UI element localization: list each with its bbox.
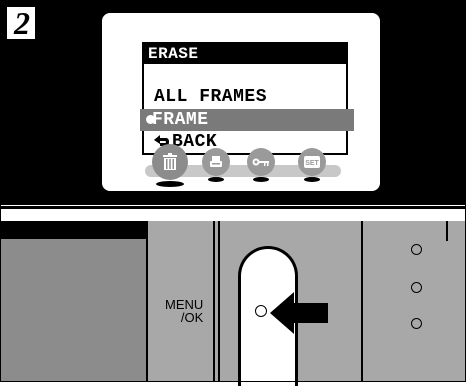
protect-key-icon[interactable] bbox=[247, 148, 275, 176]
panel-edge-line bbox=[146, 221, 148, 382]
button-recess-line-left bbox=[213, 221, 215, 382]
press-arrow-icon bbox=[270, 292, 328, 334]
erase-menu: ERASE ALL FRAMES FRAME BACK bbox=[140, 42, 354, 155]
indicator-dot-1 bbox=[411, 244, 422, 255]
trash-icon[interactable] bbox=[152, 144, 188, 180]
step-number: 2 bbox=[14, 5, 30, 41]
step-number-box: 2 bbox=[5, 5, 37, 41]
panel-top-edge bbox=[0, 221, 146, 239]
print-icon-shadow bbox=[208, 177, 224, 182]
set-icon-shadow bbox=[304, 177, 320, 182]
button-recess-line-right bbox=[361, 221, 363, 382]
section-divider bbox=[0, 206, 466, 209]
menu-ok-label-line2: /OK bbox=[180, 310, 204, 325]
menu-title: ERASE bbox=[148, 45, 199, 63]
lcd-window-panel bbox=[0, 221, 146, 382]
print-icon[interactable] bbox=[202, 148, 230, 176]
menu-item-frame[interactable]: FRAME bbox=[152, 109, 209, 131]
menu-ok-button-dot[interactable] bbox=[255, 305, 267, 317]
set-icon[interactable]: SET bbox=[298, 148, 326, 176]
button-recess-line-left-inner bbox=[218, 221, 220, 382]
menu-title-bar: ERASE bbox=[144, 44, 346, 64]
indicator-dot-2 bbox=[411, 282, 422, 293]
set-icon-label: SET bbox=[305, 160, 319, 167]
protect-key-icon-shadow bbox=[253, 177, 269, 182]
trash-icon-shadow bbox=[156, 181, 184, 187]
menu-ok-label: MENU /OK bbox=[165, 298, 203, 324]
right-edge-line bbox=[446, 221, 448, 241]
indicator-dot-3 bbox=[411, 318, 422, 329]
menu-item-all-frames[interactable]: ALL FRAMES bbox=[154, 87, 267, 107]
